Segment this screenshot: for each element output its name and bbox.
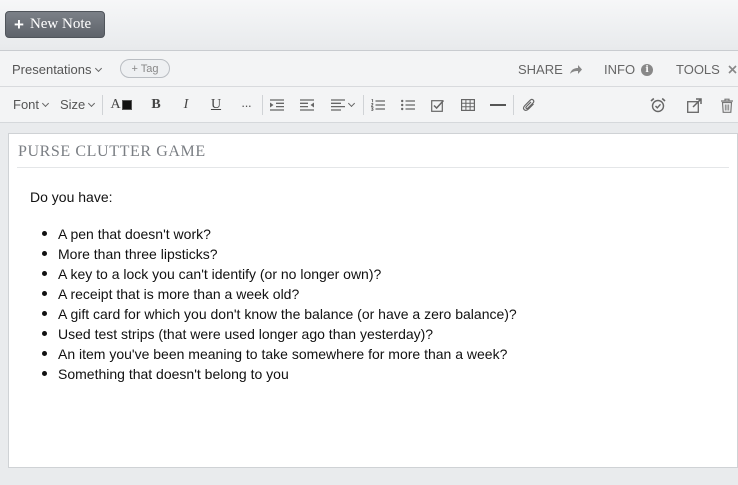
chevron-down-icon xyxy=(88,99,96,107)
underline-label: U xyxy=(210,97,222,112)
note-header-bar: Presentations + Tag SHARE INFO i TOOLS xyxy=(0,51,738,87)
size-label: Size xyxy=(60,97,86,112)
list-item: An item you've been meaning to take some… xyxy=(30,345,517,365)
numbered-list-button[interactable] xyxy=(369,95,387,115)
trash-icon xyxy=(721,98,733,113)
indent-button[interactable] xyxy=(268,95,286,115)
text-color-letter: A xyxy=(110,97,121,112)
more-formatting-button[interactable]: ··· xyxy=(236,95,256,115)
bulleted-list-button[interactable] xyxy=(399,95,417,115)
horizontal-rule-icon xyxy=(490,104,506,106)
italic-label: I xyxy=(183,97,189,112)
info-label: INFO xyxy=(604,62,636,77)
checkbox-button[interactable] xyxy=(429,95,447,115)
add-tag-button[interactable]: + Tag xyxy=(120,59,170,78)
chevron-down-icon xyxy=(94,64,102,72)
table-button[interactable] xyxy=(459,95,477,115)
plus-icon: + xyxy=(14,15,24,34)
numbered-list-icon xyxy=(371,99,385,111)
top-bar: + New Note xyxy=(0,0,738,51)
note-editor[interactable]: PURSE CLUTTER GAME Do you have: A pen th… xyxy=(8,133,738,468)
font-dropdown[interactable]: Font xyxy=(13,97,50,112)
notebook-name: Presentations xyxy=(12,62,92,77)
list-item: Something that doesn't belong to you xyxy=(30,365,517,385)
note-bullet-list: A pen that doesn't work? More than three… xyxy=(30,225,517,385)
title-divider xyxy=(17,167,729,168)
list-item: More than three lipsticks? xyxy=(30,245,517,265)
info-icon: i xyxy=(641,63,654,76)
outdent-button[interactable] xyxy=(298,95,316,115)
color-swatch-icon xyxy=(121,100,132,110)
bold-label: B xyxy=(151,97,161,112)
alignment-dropdown[interactable] xyxy=(328,95,356,115)
bulleted-list-icon xyxy=(401,99,415,111)
outdent-icon xyxy=(300,99,314,111)
tools-label: TOOLS xyxy=(676,62,720,77)
text-color-button[interactable]: A xyxy=(108,95,134,115)
table-icon xyxy=(461,99,475,111)
bold-button[interactable]: B xyxy=(147,95,165,115)
toolbar-divider xyxy=(102,95,103,115)
alarm-clock-icon xyxy=(650,97,666,113)
checkbox-icon xyxy=(431,99,445,112)
align-left-icon xyxy=(330,99,345,111)
list-item: Used test strips (that were used longer … xyxy=(30,325,517,345)
indent-icon xyxy=(270,99,284,111)
note-title[interactable]: PURSE CLUTTER GAME xyxy=(18,143,206,161)
expand-icon xyxy=(686,97,702,113)
share-arrow-icon xyxy=(569,64,582,74)
info-button[interactable]: INFO i xyxy=(604,62,654,77)
paperclip-icon xyxy=(522,98,535,111)
attachment-button[interactable] xyxy=(520,95,538,115)
share-label: SHARE xyxy=(518,62,563,77)
tools-button[interactable]: TOOLS xyxy=(676,62,737,77)
new-note-label: New Note xyxy=(29,16,92,32)
delete-button[interactable] xyxy=(718,95,736,115)
italic-button[interactable]: I xyxy=(177,95,195,115)
underline-button[interactable]: U xyxy=(207,95,225,115)
toolbar-divider xyxy=(363,95,364,115)
note-body[interactable]: Do you have: A pen that doesn't work? Mo… xyxy=(30,189,517,385)
note-intro: Do you have: xyxy=(30,189,113,205)
list-item: A pen that doesn't work? xyxy=(30,225,517,245)
notebook-selector[interactable]: Presentations xyxy=(12,62,102,77)
toolbar-divider xyxy=(262,95,263,115)
present-button[interactable] xyxy=(684,95,704,115)
close-icon[interactable] xyxy=(728,65,737,74)
share-button[interactable]: SHARE xyxy=(518,62,583,77)
chevron-down-icon xyxy=(347,99,355,108)
new-note-button[interactable]: + New Note xyxy=(5,11,105,38)
list-item: A key to a lock you can't identify (or n… xyxy=(30,265,517,285)
list-item: A receipt that is more than a week old? xyxy=(30,285,517,305)
formatting-toolbar: Font Size A B I U ··· xyxy=(0,87,738,123)
toolbar-divider xyxy=(513,95,514,115)
size-dropdown[interactable]: Size xyxy=(60,97,96,112)
more-label: ··· xyxy=(241,97,252,113)
reminder-button[interactable] xyxy=(648,95,668,115)
horizontal-rule-button[interactable] xyxy=(488,95,508,115)
chevron-down-icon xyxy=(41,99,50,107)
font-label: Font xyxy=(13,97,40,112)
list-item: A gift card for which you don't know the… xyxy=(30,305,517,325)
